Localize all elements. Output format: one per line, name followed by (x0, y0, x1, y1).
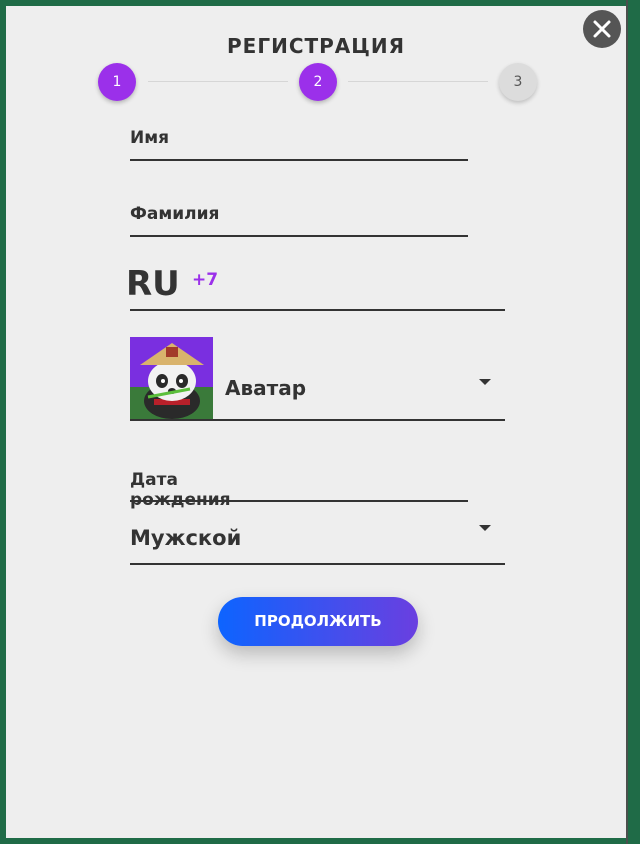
first-name-label: Имя (130, 128, 170, 148)
avatar-label: Аватар (225, 376, 307, 400)
avatar-dropdown-arrow-icon[interactable] (479, 379, 491, 385)
phone-underline (130, 309, 505, 311)
page-title: РЕГИСТРАЦИЯ (227, 34, 405, 58)
phone-country-selector[interactable]: RU (126, 264, 180, 304)
avatar-underline (130, 419, 505, 421)
phone-code: +7 (192, 270, 219, 290)
registration-modal: РЕГИСТРАЦИЯ 1 2 3 Имя Фамилия RU +7 Ават… (6, 6, 626, 838)
first-name-underline (130, 159, 468, 161)
step-connector (148, 81, 288, 82)
gender-select-value: Мужской (130, 526, 242, 550)
gender-underline (130, 563, 505, 565)
step-connector (348, 81, 488, 82)
close-button[interactable] (583, 10, 621, 48)
panda-avatar-image (130, 337, 213, 419)
birth-date-label: Дата рождения (130, 470, 231, 510)
last-name-label: Фамилия (130, 204, 220, 224)
gender-dropdown-arrow-icon[interactable] (479, 525, 491, 531)
last-name-underline (130, 235, 468, 237)
registration-stepper: 1 2 3 (98, 62, 540, 102)
step-2: 2 (299, 63, 337, 101)
step-3: 3 (499, 63, 537, 101)
step-1: 1 (98, 63, 136, 101)
continue-button[interactable]: ПРОДОЛЖИТЬ (218, 597, 418, 646)
close-icon (593, 20, 611, 38)
window-frame-edge (626, 0, 640, 844)
birth-date-underline (130, 500, 468, 502)
